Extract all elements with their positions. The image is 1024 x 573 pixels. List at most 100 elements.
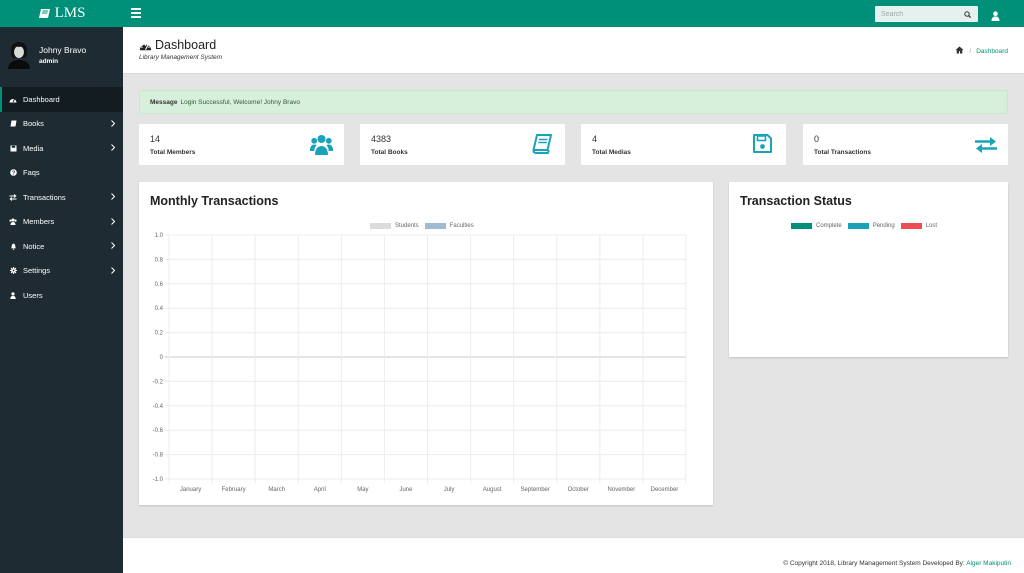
stat-value: 4	[592, 134, 598, 144]
sidebar-item-label: Transactions	[23, 192, 66, 202]
sidebar-item-label: Dashboard	[23, 94, 60, 104]
sidebar-item-books[interactable]: Books	[0, 112, 123, 137]
sidebar-item-faqs[interactable]: ? Faqs	[0, 161, 123, 186]
sidebar-item-media[interactable]: Media	[0, 136, 123, 161]
sidebar-item-label: Media	[23, 143, 44, 153]
legend-label: Complete	[816, 223, 842, 229]
legend-item-lost[interactable]: Lost	[900, 223, 938, 229]
sidebar-item-users[interactable]: Users	[0, 283, 123, 308]
brand-name: LMS	[54, 5, 86, 21]
breadcrumb-separator: /	[969, 47, 972, 55]
stat-card-medias[interactable]: 4 Total Medias	[581, 124, 786, 165]
author-link[interactable]: Alger Makiputin	[966, 560, 1011, 567]
page-title: Dashboard	[139, 38, 216, 52]
chart-legend: Complete Pending Lost	[791, 223, 943, 229]
y-tick-label: -0.8	[153, 453, 164, 459]
stat-label: Total Members	[150, 149, 196, 156]
monthly-transactions-chart: 1.0 0.8 0.6 0.4 0.2 0 -0.2 -0.4 -0.6 -0.8 -1.0 Janu…	[153, 233, 687, 493]
alert-text: Login Successful, Welcome! Johny Bravo	[180, 98, 300, 106]
content-header: Dashboard Library Management System / Da…	[123, 27, 1024, 74]
stat-label: Total Books	[371, 149, 408, 156]
page-title-text: Dashboard	[155, 38, 217, 52]
x-tick-label: July	[444, 487, 455, 493]
sidebar-item-label: Settings	[23, 266, 51, 276]
y-tick-label: 0.6	[155, 282, 164, 288]
chevron-right-icon	[111, 266, 116, 276]
footer: © Copyright 2018, Library Management Sys…	[123, 537, 1024, 573]
x-tick-label: April	[314, 487, 326, 493]
user-menu-icon[interactable]	[991, 8, 1000, 26]
sidebar-item-settings[interactable]: Settings	[0, 259, 123, 284]
chevron-right-icon	[111, 242, 116, 251]
chevron-right-icon	[111, 217, 116, 227]
bell-icon	[9, 242, 17, 250]
y-tick-label: -0.6	[153, 428, 164, 434]
stat-card-members[interactable]: 14 Total Members	[139, 124, 344, 165]
avatar	[7, 41, 31, 69]
stat-card-transactions[interactable]: 0 Total Transactions	[803, 124, 1008, 165]
y-tick-label: -0.2	[153, 379, 164, 385]
media-icon	[9, 144, 17, 152]
users-icon	[9, 218, 17, 226]
legend-swatch	[847, 223, 869, 229]
page-subtitle: Library Management System	[139, 54, 223, 61]
user-name: Johny Bravo	[39, 45, 87, 55]
breadcrumb: / Dashboard	[955, 46, 1008, 56]
success-alert: Message Login Successful, Welcome! Johny…	[139, 90, 1008, 114]
search-icon[interactable]	[961, 6, 973, 22]
sidebar-toggle-button[interactable]	[131, 8, 141, 18]
sidebar-item-label: Faqs	[23, 168, 40, 178]
user-profile: Johny Bravo admin	[0, 27, 123, 86]
exchange-icon	[9, 193, 17, 201]
legend-swatch	[900, 223, 922, 229]
stat-card-books[interactable]: 4383 Total Books	[360, 124, 565, 165]
top-navbar: LMS	[0, 0, 1024, 27]
home-icon[interactable]	[955, 46, 964, 56]
sidebar-item-transactions[interactable]: Transactions	[0, 185, 123, 210]
x-tick-label: September	[521, 487, 550, 493]
chevron-right-icon	[111, 193, 116, 202]
x-tick-label: May	[357, 487, 368, 493]
y-tick-label: 0.4	[155, 306, 164, 312]
stat-value: 4383	[371, 134, 392, 144]
transaction-status-panel: Transaction Status Complete Pending Lost	[729, 182, 1008, 357]
breadcrumb-current[interactable]: Dashboard	[976, 48, 1008, 55]
book-icon	[38, 8, 51, 19]
footer-text: © Copyright 2018, Library Management Sys…	[783, 560, 1011, 567]
legend-swatch	[791, 223, 812, 229]
alert-label: Message	[150, 98, 178, 106]
y-tick-label: -0.4	[153, 404, 164, 410]
gear-icon	[9, 267, 17, 275]
legend-item-complete[interactable]: Complete	[791, 223, 842, 229]
x-tick-label: January	[180, 487, 201, 493]
y-tick-label: 1.0	[155, 233, 164, 239]
sidebar-menu: Dashboard Books Media ? Faqs Transaction…	[0, 87, 123, 308]
monthly-transactions-panel: Monthly Transactions Students Faculties …	[139, 182, 713, 505]
y-tick-label: -1.0	[153, 477, 164, 483]
sidebar: Johny Bravo admin Dashboard Books Media …	[0, 27, 123, 573]
user-role: admin	[39, 58, 59, 65]
sidebar-item-dashboard[interactable]: Dashboard	[0, 87, 123, 112]
book-icon	[532, 134, 552, 159]
legend-label: Lost	[925, 223, 938, 229]
x-tick-label: November	[608, 487, 636, 493]
dashboard-icon	[139, 40, 152, 51]
x-tick-label: August	[483, 487, 502, 493]
sidebar-item-label: Notice	[23, 241, 45, 251]
dashboard-icon	[9, 95, 17, 103]
stat-label: Total Medias	[592, 149, 631, 156]
user-icon	[9, 291, 17, 299]
search-input[interactable]	[875, 6, 961, 22]
sidebar-item-label: Members	[23, 217, 55, 227]
sidebar-item-notice[interactable]: Notice	[0, 234, 123, 259]
stat-label: Total Transactions	[814, 149, 871, 156]
sidebar-item-members[interactable]: Members	[0, 210, 123, 235]
stat-value: 0	[814, 134, 820, 144]
y-tick-label: 0.8	[155, 257, 164, 263]
sidebar-item-label: Users	[23, 290, 43, 300]
sidebar-item-label: Books	[23, 119, 44, 129]
brand-logo[interactable]: LMS	[0, 0, 123, 27]
panel-title: Transaction Status	[740, 194, 852, 208]
legend-item-pending[interactable]: Pending	[847, 223, 895, 229]
floppy-disk-icon	[753, 134, 772, 158]
